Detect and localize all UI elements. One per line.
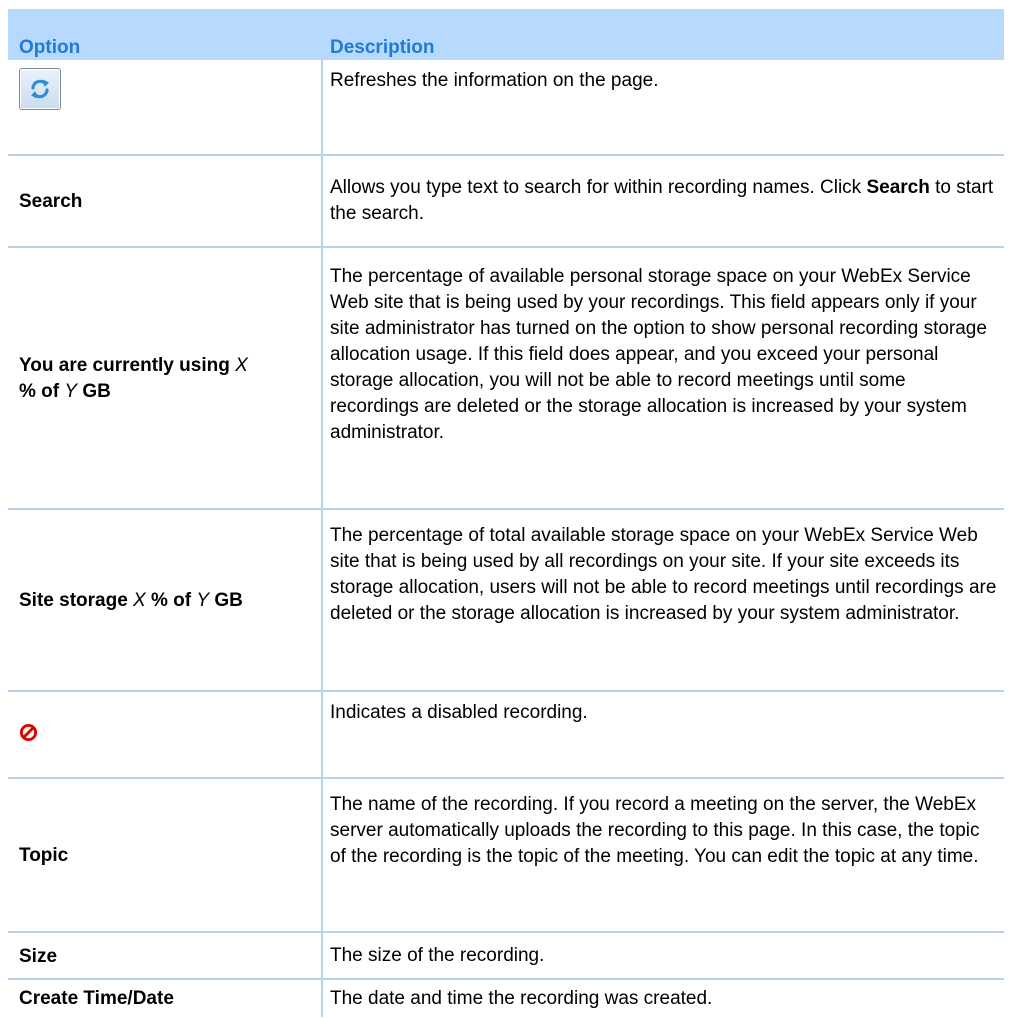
description-cell: Refreshes the information on the page. [330,70,659,91]
description-cell: The percentage of available personal sto… [330,266,987,443]
description-cell: The percentage of total available storag… [330,525,997,624]
description-cell: The name of the recording. If you record… [330,794,980,867]
table-header: Option Description [8,9,1004,60]
description-text: Allows you type text to search for withi… [330,177,867,198]
option-cell: Size [19,933,315,980]
header-description: Description [330,37,435,58]
option-cell: Create Time/Date [19,980,315,1017]
table-row: Size The size of the recording. [8,933,1004,980]
options-table: Option Description Refreshes the informa… [8,9,1004,1017]
option-label: Size [19,945,58,967]
description-cell: Indicates a disabled recording. [330,702,588,723]
option-cell [19,68,315,110]
disabled-icon [19,723,38,741]
description-cell: The size of the recording. [330,945,545,966]
table-row: Refreshes the information on the page. [8,60,1004,156]
description-cell: The date and time the recording was crea… [330,988,713,1009]
option-cell: Topic [19,779,315,933]
option-cell: Search [19,156,315,248]
option-label: You are currently using X% of Y GB [19,355,248,402]
table-row: Search Allows you type text to search fo… [8,156,1004,248]
table-row: You are currently using X% of Y GB The p… [8,248,1004,510]
option-cell: You are currently using X% of Y GB [19,248,315,510]
table-row: Topic The name of the recording. If you … [8,779,1004,933]
option-label: Topic [19,845,69,866]
description-bold: Search [866,177,930,198]
option-label: Site storage X % of Y GB [19,590,243,611]
option-cell: Site storage X % of Y GB [19,510,315,692]
table-row: Create Time/Date The date and time the r… [8,980,1004,1017]
option-cell [19,716,315,748]
description-cell: Allows you type text to search for withi… [330,175,998,227]
table-row: Site storage X % of Y GB The percentage … [8,510,1004,692]
table-row: Indicates a disabled recording. [8,692,1004,779]
header-option: Option [19,37,81,58]
option-label: Create Time/Date [19,987,174,1009]
refresh-icon[interactable] [19,68,61,110]
option-label: Search [19,191,83,212]
